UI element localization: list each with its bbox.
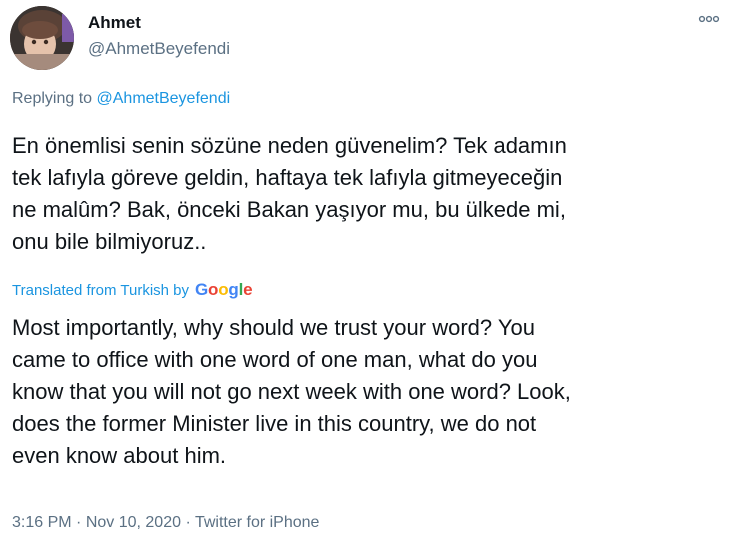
original-line: onu bile bilmiyoruz..: [12, 229, 207, 254]
tweet-text-translation: Most importantly, why should we trust yo…: [12, 312, 712, 472]
meta-separator: ·: [181, 514, 195, 531]
original-line: tek lafıyla göreve geldin, haftaya tek l…: [12, 165, 563, 190]
tweet-text-original: En önemlisi senin sözüne neden güvenelim…: [12, 130, 712, 258]
original-line: En önemlisi senin sözüne neden güvenelim…: [12, 133, 567, 158]
translation-line: Most importantly, why should we trust yo…: [12, 315, 535, 340]
meta-separator: ·: [71, 514, 86, 531]
user-handle[interactable]: @AhmetBeyefendi: [88, 39, 230, 59]
replying-to: Replying to @AhmetBeyefendi: [12, 90, 230, 108]
replying-prefix: Replying to: [12, 90, 93, 107]
reply-mention-link[interactable]: @AhmetBeyefendi: [97, 90, 231, 107]
original-line: ne malûm? Bak, önceki Bakan yaşıyor mu, …: [12, 197, 566, 222]
tweet-time[interactable]: 3:16 PM: [12, 514, 72, 531]
more-icon[interactable]: [698, 12, 720, 26]
tweet: Ahmet @AhmetBeyefendi Replying to @Ahmet…: [0, 0, 734, 546]
tweet-meta: 3:16 PM · Nov 10, 2020 · Twitter for iPh…: [12, 514, 319, 532]
translation-line: even know about him.: [12, 443, 227, 468]
translation-attribution[interactable]: Translated from Turkish by Google: [12, 280, 253, 300]
translation-line: know that you will not go next week with…: [12, 379, 571, 404]
google-logo: Google: [195, 280, 253, 299]
translation-line: does the former Minister live in this co…: [12, 411, 537, 436]
translation-label: Translated from Turkish by: [12, 281, 190, 299]
tweet-date[interactable]: Nov 10, 2020: [86, 514, 181, 531]
avatar-image: [10, 6, 74, 70]
avatar[interactable]: [10, 6, 74, 70]
translation-line: came to office with one word of one man,…: [12, 347, 538, 372]
user-name[interactable]: Ahmet: [88, 13, 141, 33]
tweet-source[interactable]: Twitter for iPhone: [195, 514, 320, 531]
